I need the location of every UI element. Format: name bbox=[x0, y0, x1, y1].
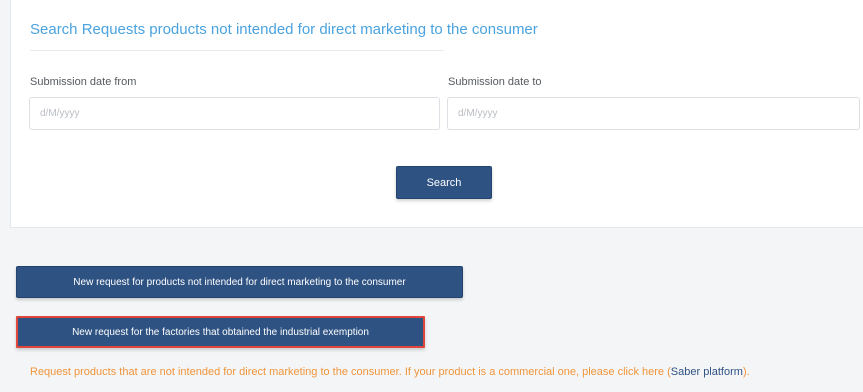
new-request-button[interactable]: New request for products not intended fo… bbox=[16, 266, 463, 298]
note-text: Request products that are not intended f… bbox=[30, 366, 671, 378]
search-panel: Search Requests products not intended fo… bbox=[10, 0, 863, 228]
panel-title: Search Requests products not intended fo… bbox=[30, 21, 538, 38]
new-factory-request-button[interactable]: New request for the factories that obtai… bbox=[16, 316, 425, 348]
commercial-product-note: Request products that are not intended f… bbox=[30, 366, 750, 378]
date-to-input[interactable] bbox=[447, 97, 860, 130]
search-button[interactable]: Search bbox=[396, 166, 492, 199]
date-from-input[interactable] bbox=[29, 97, 440, 130]
title-divider bbox=[30, 50, 444, 51]
date-from-label: Submission date from bbox=[30, 76, 137, 88]
date-to-label: Submission date to bbox=[448, 76, 542, 88]
saber-platform-link[interactable]: Saber platform bbox=[671, 366, 743, 378]
note-suffix: ). bbox=[742, 366, 750, 378]
